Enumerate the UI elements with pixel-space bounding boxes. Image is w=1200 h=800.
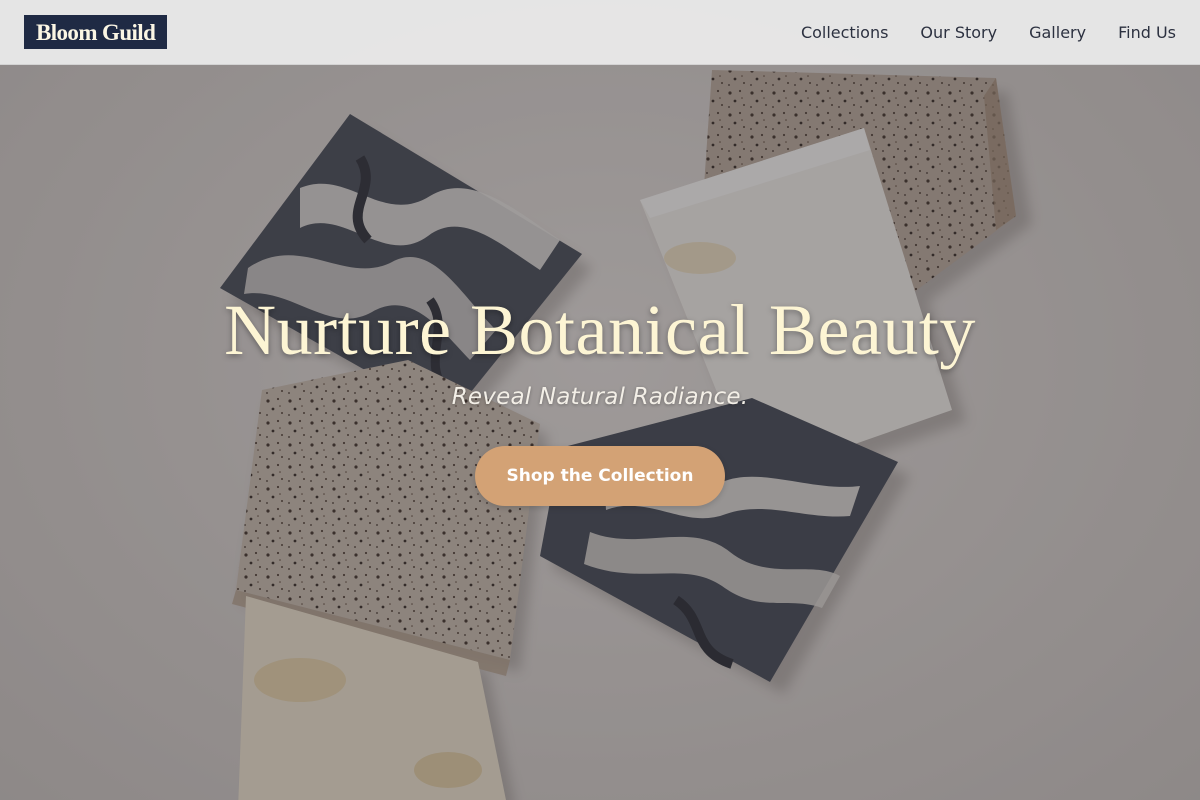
nav-link-gallery[interactable]: Gallery bbox=[1029, 23, 1086, 42]
nav-link-our-story[interactable]: Our Story bbox=[920, 23, 997, 42]
nav-link-find-us[interactable]: Find Us bbox=[1118, 23, 1176, 42]
brand-logo[interactable]: Bloom Guild bbox=[24, 15, 168, 49]
main-nav: Collections Our Story Gallery Find Us bbox=[801, 23, 1176, 42]
hero-subtitle: Reveal Natural Radiance. bbox=[451, 384, 749, 410]
hero-section: Nurture Botanical Beauty Reveal Natural … bbox=[0, 0, 1200, 800]
nav-link-collections[interactable]: Collections bbox=[801, 23, 888, 42]
site-header: Bloom Guild Collections Our Story Galler… bbox=[0, 0, 1200, 65]
shop-collection-button[interactable]: Shop the Collection bbox=[475, 446, 725, 506]
hero-title: Nurture Botanical Beauty bbox=[224, 290, 976, 370]
hero-content: Nurture Botanical Beauty Reveal Natural … bbox=[0, 290, 1200, 506]
